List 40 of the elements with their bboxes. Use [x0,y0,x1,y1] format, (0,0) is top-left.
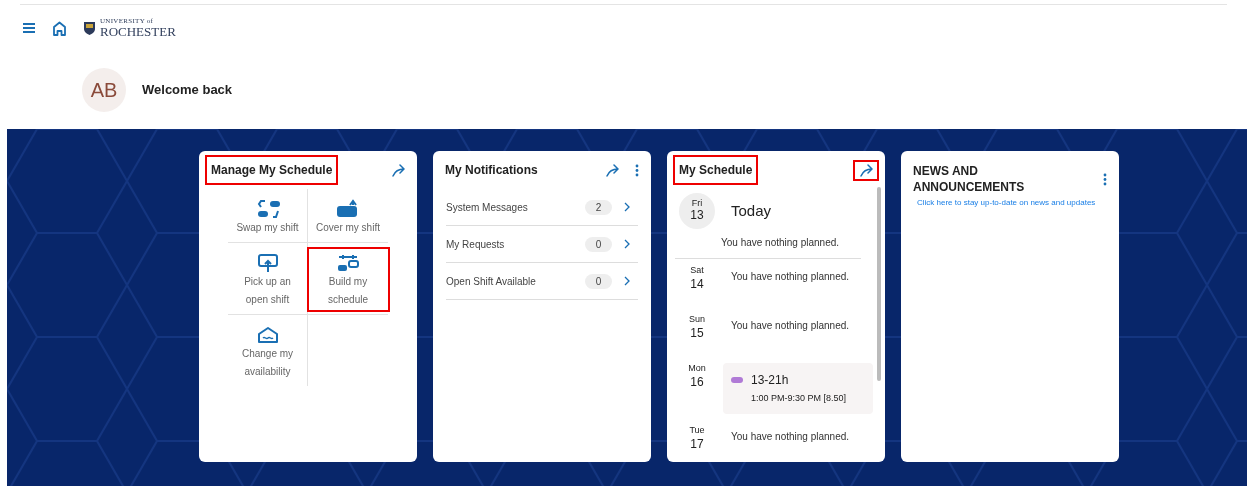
action-button[interactable]: Swap my shift [228,195,307,238]
notification-item[interactable]: Open Shift Available 0 [446,263,638,300]
card-title: My Schedule [675,157,757,183]
card-title: NEWS AND ANNOUNCEMENTS [912,163,1026,196]
notification-item[interactable]: My Requests 0 [446,226,638,263]
weekday-label: Tue [688,425,706,437]
empty-note: You have nothing planned. [731,319,850,333]
day-number: 17 [689,436,705,453]
shift-time: 1:00 PM-9:30 PM [8.50] [751,392,848,405]
day-number: 13 [690,209,704,223]
notification-item[interactable]: System Messages 2 [446,189,638,226]
welcome-text: Welcome back [142,81,233,100]
weekday-label: Fri [691,199,703,210]
action-button[interactable]: Change my availability [228,321,307,382]
avatar: AB [82,68,126,112]
empty-note: You have nothing planned. [731,430,850,444]
news-link[interactable]: Click here to stay up-to-date on news and updates [901,197,1119,209]
shift-card[interactable]: 13-21h 1:00 PM-9:30 PM [8.50] [723,363,873,414]
day-number: 16 [689,374,705,391]
item-label: System Messages [446,200,529,215]
empty-note: You have nothing planned. [731,270,850,284]
count-badge: 2 [585,199,612,215]
empty-note: You have nothing planned. [721,236,841,250]
item-label: Open Shift Available [446,274,537,289]
logo-text: ROCHESTER [100,25,176,38]
count-badge: 0 [585,273,612,289]
weekday-label: Sat [689,265,705,277]
count-badge: 0 [585,236,612,252]
action-button[interactable]: Build my schedule [308,249,388,310]
shift-name: 13-21h [751,372,789,389]
action-button[interactable]: Pick up an open shift [228,249,307,310]
card-title: Manage My Schedule [207,157,337,183]
weekday-label: Sun [688,314,706,326]
action-button[interactable]: Cover my shift [308,195,388,238]
card-title: My Notifications [444,162,539,179]
day-number: 15 [689,325,705,342]
weekday-label: Mon [687,363,707,375]
item-label: My Requests [446,237,506,252]
day-number: 14 [689,276,705,293]
today-heading: Today [731,200,772,221]
